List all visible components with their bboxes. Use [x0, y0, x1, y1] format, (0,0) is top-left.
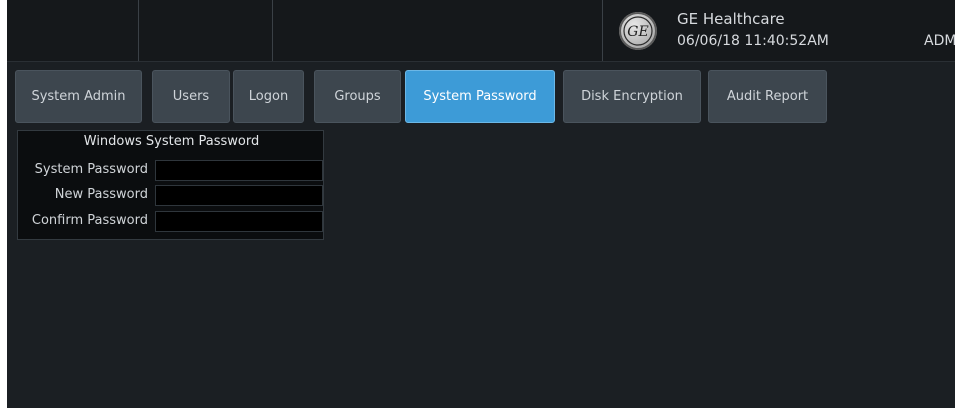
confirm-password-field[interactable] — [155, 211, 323, 232]
panel-title: Windows System Password — [83, 134, 260, 149]
system-password-label: System Password — [34, 162, 148, 177]
windows-system-password-panel: Windows System Password System Password … — [17, 130, 324, 240]
header-bar: GE GE Healthcare 06/06/18 11:40:52AM ADM — [7, 0, 955, 62]
tab-audit-report[interactable]: Audit Report — [708, 70, 827, 123]
header-divider — [602, 0, 603, 62]
tab-system-password[interactable]: System Password — [405, 70, 555, 123]
tab-logon[interactable]: Logon — [233, 70, 304, 123]
svg-text:GE: GE — [627, 24, 648, 40]
company-name: GE Healthcare — [677, 10, 785, 28]
tab-disk-encryption[interactable]: Disk Encryption — [563, 70, 701, 123]
tab-users[interactable]: Users — [152, 70, 230, 123]
ge-logo-icon: GE — [619, 12, 657, 50]
confirm-password-label: Confirm Password — [31, 213, 148, 228]
system-password-field[interactable] — [155, 160, 323, 181]
header-divider — [272, 0, 273, 62]
new-password-label: New Password — [54, 187, 148, 202]
tab-groups[interactable]: Groups — [314, 70, 401, 123]
current-user: ADM — [924, 33, 955, 49]
tab-system-admin[interactable]: System Admin — [15, 70, 142, 123]
header-datetime: 06/06/18 11:40:52AM — [677, 33, 829, 49]
new-password-field[interactable] — [155, 185, 323, 206]
header-underline — [7, 61, 955, 62]
screen: GE GE Healthcare 06/06/18 11:40:52AM ADM… — [7, 0, 955, 408]
header-divider — [138, 0, 139, 62]
